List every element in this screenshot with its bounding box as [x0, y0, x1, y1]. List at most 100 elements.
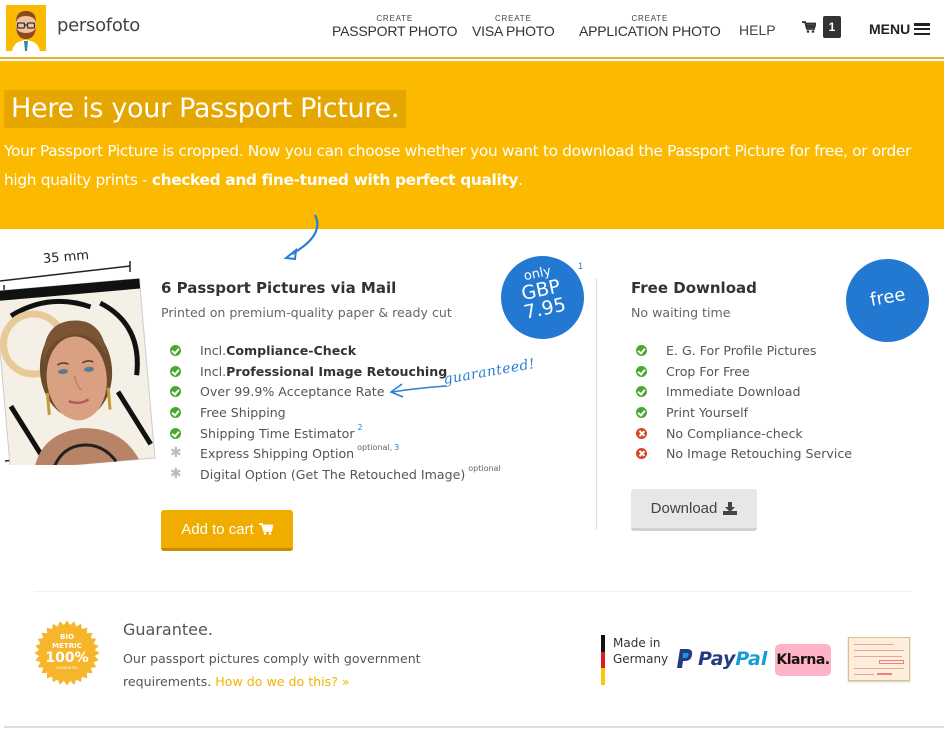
- list-item: E. G. For Profile Pictures: [636, 340, 852, 361]
- offer-feature-list: Incl. Compliance-Check Incl. Professiona…: [170, 340, 501, 485]
- bearded-man-icon: [6, 5, 46, 51]
- hero-banner: Here is your Passport Picture. Your Pass…: [0, 61, 944, 229]
- nav-small-label: CREATE: [631, 14, 669, 23]
- feature-text: Digital Option (Get The Retouched Image): [200, 466, 466, 482]
- feature-text: E. G. For Profile Pictures: [666, 342, 817, 358]
- list-item: Print Yourself: [636, 402, 852, 423]
- feature-bold: Compliance-Check: [226, 342, 357, 358]
- free-feature-list: E. G. For Profile Pictures Crop For Free…: [636, 340, 852, 464]
- free-badge: free: [846, 259, 929, 342]
- nav-create-passport-photo[interactable]: CREATE PASSPORT PHOTO: [332, 14, 458, 39]
- brand-name[interactable]: persofoto: [57, 15, 140, 36]
- nav-big-label: PASSPORT PHOTO: [332, 23, 458, 39]
- guarantee-text: Our passport pictures comply with govern…: [123, 647, 443, 693]
- list-item: No Compliance-check: [636, 423, 852, 444]
- feature-prefix: Incl.: [200, 342, 227, 358]
- feature-text: Express Shipping Option: [200, 446, 355, 462]
- klarna-logo: Klarna.: [775, 644, 831, 676]
- paypal-p-icon: [677, 649, 693, 668]
- offer-subtitle: Printed on premium-quality paper & ready…: [161, 305, 452, 320]
- cart-button[interactable]: 1: [802, 16, 841, 38]
- passport-photo-preview: [0, 261, 156, 465]
- check-circle-icon: [170, 386, 181, 398]
- price-footnote[interactable]: 1: [578, 261, 583, 271]
- free-download-subtitle: No waiting time: [631, 305, 731, 320]
- feature-text: Shipping Time Estimator: [200, 425, 355, 441]
- asterisk-icon: ✱: [170, 445, 182, 462]
- invoice-payment-icon: [848, 637, 910, 681]
- check-circle-icon: [170, 344, 181, 356]
- guarantee-title: Guarantee.: [123, 620, 213, 639]
- check-circle-icon: [636, 386, 647, 398]
- menu-button[interactable]: MENU: [869, 21, 931, 37]
- nav-small-label: CREATE: [376, 14, 413, 23]
- list-item: ✱ Digital Option (Get The Retouched Image…: [170, 464, 501, 485]
- hero-text-end: .: [518, 171, 523, 189]
- free-badge-label: free: [868, 284, 907, 311]
- footnote-link[interactable]: 3: [394, 443, 399, 452]
- list-item: Shipping Time Estimator 2: [170, 423, 501, 444]
- hero-description: Your Passport Picture is cropped. Now yo…: [4, 137, 934, 195]
- hamburger-icon: [914, 23, 931, 35]
- feature-bold: Professional Image Retouching: [226, 363, 448, 379]
- biometric-guarantee-seal-icon: BIO METRIC 100% GUARANTEE: [34, 620, 100, 686]
- footnote-link[interactable]: 2: [358, 423, 363, 432]
- optional-note: optional,: [357, 443, 393, 453]
- nav-small-label: CREATE: [494, 14, 532, 23]
- cart-icon: [802, 21, 816, 33]
- check-circle-icon: [636, 365, 647, 377]
- hero-text-bold: checked and fine-tuned with perfect qual…: [151, 171, 519, 189]
- feature-text: Crop For Free: [666, 363, 750, 379]
- feature-text: Over 99.9% Acceptance Rate: [200, 384, 385, 400]
- feature-text: Immediate Download: [666, 384, 801, 400]
- download-label: Download: [650, 500, 718, 517]
- made-in-germany-badge: Made in Germany: [601, 635, 669, 686]
- nav-help[interactable]: HELP: [739, 22, 776, 38]
- download-button[interactable]: Download: [631, 489, 757, 531]
- feature-prefix: Incl.: [200, 363, 227, 379]
- list-item: Immediate Download: [636, 381, 852, 402]
- paypal-part2: Pal: [735, 648, 768, 670]
- download-icon: [723, 502, 738, 515]
- seal-line2: METRIC: [52, 642, 82, 650]
- seal-line1: BIO: [60, 633, 74, 641]
- column-divider: [596, 278, 597, 530]
- feature-text: Print Yourself: [666, 404, 749, 420]
- asterisk-icon: ✱: [170, 465, 182, 482]
- cart-icon: [258, 523, 273, 535]
- paypal-part1: Pay: [698, 648, 736, 670]
- page-title: Here is your Passport Picture.: [4, 90, 407, 128]
- site-header: persofoto CREATE PASSPORT PHOTO CREATE V…: [0, 0, 944, 59]
- list-item: Crop For Free: [636, 361, 852, 382]
- nav-big-label: VISA PHOTO: [472, 23, 555, 39]
- check-circle-icon: [170, 427, 181, 439]
- seal-line4: GUARANTEE: [56, 666, 78, 670]
- feature-text: No Compliance-check: [666, 425, 803, 441]
- seal-line3: 100%: [45, 650, 88, 666]
- check-circle-icon: [636, 406, 647, 418]
- check-circle-icon: [170, 406, 181, 418]
- add-to-cart-button[interactable]: Add to cart: [161, 510, 293, 551]
- paypal-logo: PayPal: [677, 648, 767, 670]
- offer-title: 6 Passport Pictures via Mail: [161, 279, 397, 297]
- list-item: No Image Retouching Service: [636, 443, 852, 464]
- cart-count-badge: 1: [823, 16, 841, 38]
- feature-text: Free Shipping: [200, 404, 286, 420]
- cross-circle-icon: [636, 448, 647, 460]
- add-to-cart-label: Add to cart: [181, 520, 254, 538]
- list-item: Incl. Compliance-Check: [170, 340, 501, 361]
- logo-avatar[interactable]: [6, 5, 46, 51]
- free-download-title: Free Download: [631, 279, 757, 297]
- nav-create-visa-photo[interactable]: CREATE VISA PHOTO: [472, 14, 555, 39]
- check-circle-icon: [636, 344, 647, 356]
- made-in-line2: Germany: [613, 652, 669, 666]
- section-divider: [34, 591, 912, 592]
- cross-circle-icon: [636, 427, 647, 439]
- nav-create-application-photo[interactable]: CREATE APPLICATION PHOTO: [579, 14, 721, 39]
- nav-big-label: APPLICATION PHOTO: [579, 23, 721, 39]
- made-in-line1: Made in: [613, 636, 661, 650]
- how-do-we-do-this-link[interactable]: How do we do this? »: [215, 674, 349, 689]
- menu-label: MENU: [869, 21, 911, 37]
- check-circle-icon: [170, 365, 181, 377]
- german-flag-icon: [601, 635, 605, 686]
